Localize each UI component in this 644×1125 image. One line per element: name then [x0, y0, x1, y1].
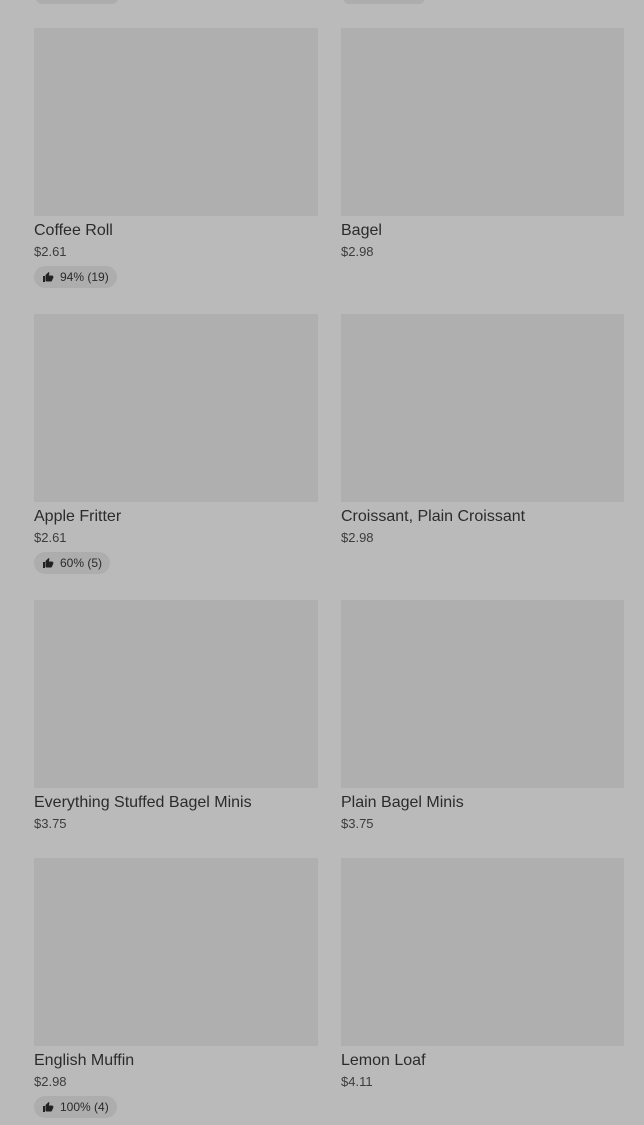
- product-name: Plain Bagel Minis: [341, 794, 464, 811]
- product-card[interactable]: Apple Fritter $2.61 60% (5): [34, 314, 318, 600]
- product-card[interactable]: Coffee Roll $2.61 94% (19): [34, 28, 318, 314]
- product-card[interactable]: Bagel $2.98: [341, 28, 624, 314]
- product-name: Lemon Loaf: [341, 1052, 426, 1069]
- rating-text: 94% (19): [60, 270, 109, 284]
- product-card[interactable]: Lemon Loaf $4.11: [341, 858, 624, 1122]
- product-name: Apple Fritter: [34, 508, 122, 525]
- product-name: Everything Stuffed Bagel Minis: [34, 794, 252, 811]
- product-price: $3.75: [341, 816, 374, 831]
- product-price: $2.61: [34, 244, 67, 259]
- previous-row-badge-right: [343, 0, 425, 4]
- previous-row-badge-left: [36, 0, 118, 4]
- product-price: $4.11: [341, 1074, 373, 1089]
- rating-text: 100% (4): [60, 1100, 109, 1114]
- product-grid-page: Coffee Roll $2.61 94% (19) Bagel $2.98 A…: [0, 0, 644, 1125]
- product-card[interactable]: English Muffin $2.98 100% (4): [34, 858, 318, 1122]
- product-image[interactable]: [34, 314, 318, 502]
- product-price: $2.61: [34, 530, 67, 545]
- product-name: Croissant, Plain Croissant: [341, 508, 526, 525]
- thumbs-up-icon: [43, 558, 54, 568]
- product-price: $2.98: [341, 530, 374, 545]
- product-name: Coffee Roll: [34, 222, 113, 239]
- product-image[interactable]: [34, 858, 318, 1046]
- product-image[interactable]: [341, 28, 624, 216]
- product-card[interactable]: Plain Bagel Minis $3.75: [341, 600, 624, 858]
- product-price: $3.75: [34, 816, 67, 831]
- product-image[interactable]: [341, 314, 624, 502]
- product-image[interactable]: [341, 600, 624, 788]
- product-grid: Coffee Roll $2.61 94% (19) Bagel $2.98 A…: [34, 28, 624, 1122]
- rating-badge: 100% (4): [34, 1096, 117, 1118]
- product-image[interactable]: [34, 600, 318, 788]
- thumbs-up-icon: [43, 1102, 54, 1112]
- product-price: $2.98: [341, 244, 374, 259]
- product-price: $2.98: [34, 1074, 67, 1089]
- rating-badge: 60% (5): [34, 552, 111, 574]
- product-name: Bagel: [341, 222, 382, 239]
- thumbs-up-icon: [43, 272, 54, 282]
- product-image[interactable]: [341, 858, 624, 1046]
- product-card[interactable]: Croissant, Plain Croissant $2.98: [341, 314, 624, 600]
- product-image[interactable]: [34, 28, 318, 216]
- rating-badge: 94% (19): [34, 266, 117, 288]
- product-card[interactable]: Everything Stuffed Bagel Minis $3.75: [34, 600, 318, 858]
- product-name: English Muffin: [34, 1052, 135, 1069]
- rating-text: 60% (5): [60, 556, 103, 570]
